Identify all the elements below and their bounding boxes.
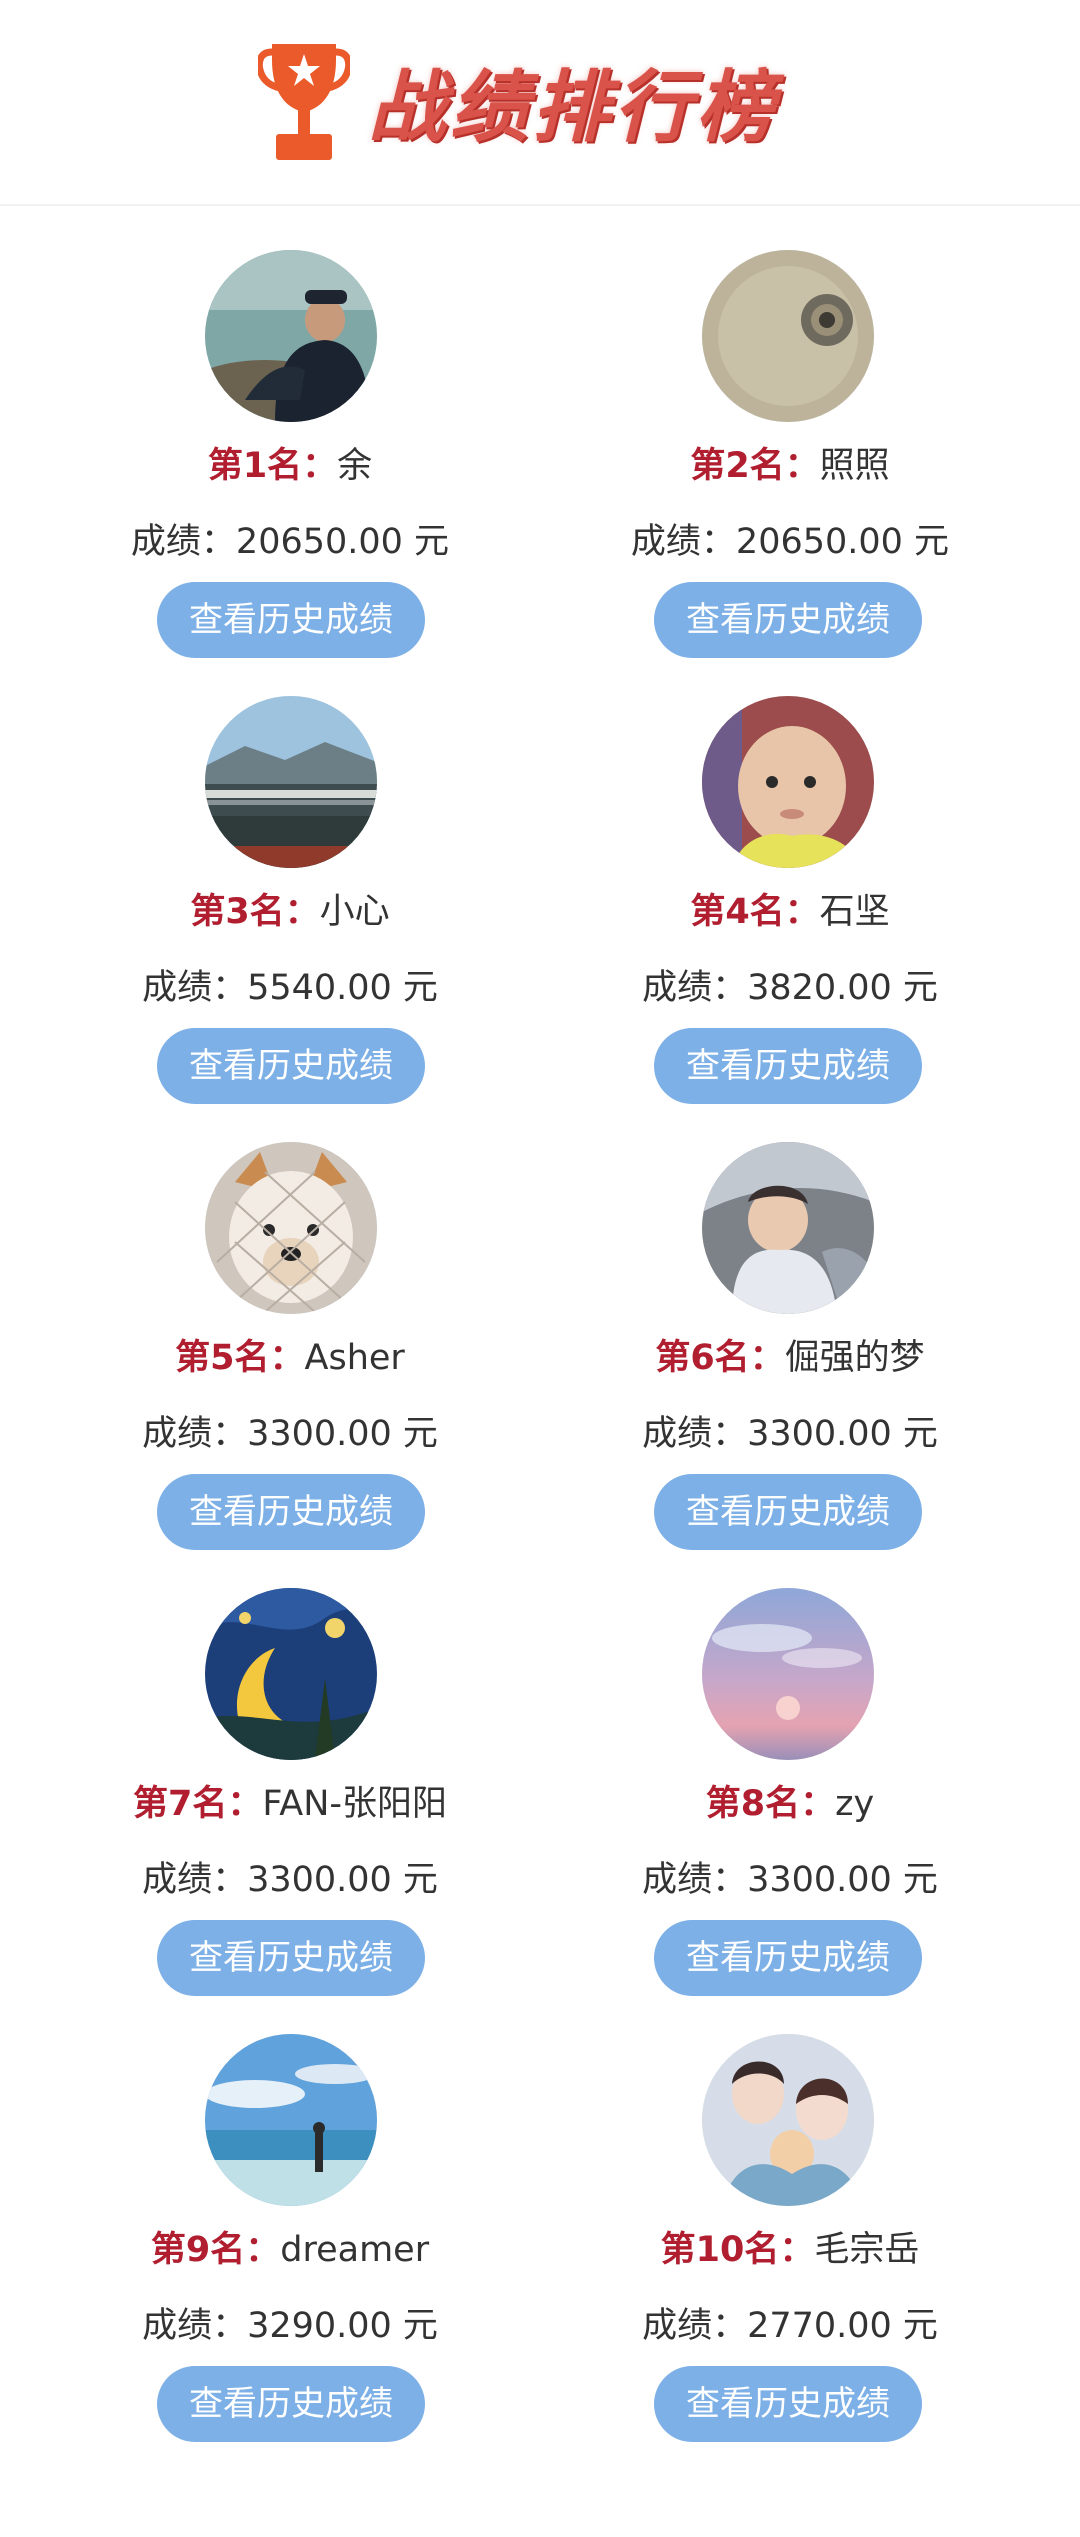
ranking-card: 第1名：余 成绩：20650.00 元 查看历史成绩 [0, 206, 540, 658]
ranking-card: 第8名：zy 成绩：3300.00 元 查看历史成绩 [540, 1544, 1080, 1996]
view-history-button[interactable]: 查看历史成绩 [157, 1474, 425, 1550]
view-history-button[interactable]: 查看历史成绩 [157, 2366, 425, 2442]
view-history-button[interactable]: 查看历史成绩 [654, 2366, 922, 2442]
rank-line: 第1名：余 [0, 442, 540, 490]
ranking-card: 第4名：石坚 成绩：3820.00 元 查看历史成绩 [540, 652, 1080, 1104]
user-name: Asher [304, 1338, 405, 1378]
sunset-sky-avatar [702, 1588, 874, 1760]
score-text: 成绩：3300.00 元 [642, 1414, 938, 1454]
view-history-button[interactable]: 查看历史成绩 [654, 1920, 922, 1996]
rank-line: 第2名：照照 [540, 442, 1040, 490]
view-history-button[interactable]: 查看历史成绩 [654, 1474, 922, 1550]
user-name: dreamer [280, 2230, 430, 2270]
rank-line: 第6名：倔强的梦 [540, 1334, 1040, 1382]
score-text: 成绩：3820.00 元 [642, 968, 938, 1008]
rank-label: 第3名： [190, 892, 320, 932]
trophy-icon [258, 44, 350, 160]
rank-label: 第8名： [705, 1784, 836, 1824]
bridge-landscape-avatar [205, 696, 377, 868]
view-history-button[interactable]: 查看历史成绩 [157, 582, 425, 658]
rank-label: 第2名： [690, 446, 820, 486]
score-text: 成绩：3300.00 元 [142, 1414, 438, 1454]
view-history-button[interactable]: 查看历史成绩 [654, 1028, 922, 1104]
rank-line: 第4名：石坚 [540, 888, 1040, 936]
user-name: 倔强的梦 [784, 1338, 925, 1378]
child-in-car-avatar [702, 1142, 874, 1314]
beach-person-avatar [205, 2034, 377, 2206]
baby-avatar [702, 696, 874, 868]
rank-label: 第1名： [207, 446, 338, 486]
view-history-button[interactable]: 查看历史成绩 [157, 1920, 425, 1996]
rank-label: 第5名： [175, 1338, 305, 1378]
user-name: FAN-张阳阳 [262, 1784, 448, 1824]
ranking-card: 第5名：Asher 成绩：3300.00 元 查看历史成绩 [0, 1098, 540, 1550]
rank-label: 第9名： [150, 2230, 281, 2270]
rank-label: 第4名： [690, 892, 820, 932]
man-by-lake-avatar [205, 250, 377, 422]
user-name: zy [835, 1784, 875, 1824]
user-name: 石坚 [819, 892, 890, 932]
ranking-card: 第6名：倔强的梦 成绩：3300.00 元 查看历史成绩 [540, 1098, 1080, 1550]
rank-line: 第10名：毛宗岳 [540, 2226, 1040, 2274]
ranking-card: 第9名：dreamer 成绩：3290.00 元 查看历史成绩 [0, 1990, 540, 2442]
ranking-card: 第2名：照照 成绩：20650.00 元 查看历史成绩 [540, 206, 1080, 658]
user-name: 小心 [319, 892, 390, 932]
view-history-button[interactable]: 查看历史成绩 [654, 582, 922, 658]
score-text: 成绩：3300.00 元 [142, 1860, 438, 1900]
rank-line: 第7名：FAN-张阳阳 [0, 1780, 540, 1828]
user-name: 照照 [819, 446, 890, 486]
user-name: 余 [337, 446, 373, 486]
rank-label: 第10名： [660, 2230, 815, 2270]
rank-line: 第8名：zy [540, 1780, 1040, 1828]
rank-label: 第6名： [655, 1338, 785, 1378]
view-history-button[interactable]: 查看历史成绩 [157, 1028, 425, 1104]
rank-line: 第3名：小心 [0, 888, 540, 936]
dog-avatar [205, 1142, 377, 1314]
rank-line: 第9名：dreamer [0, 2226, 540, 2274]
page-header: 战绩排行榜 [0, 0, 1080, 206]
rank-line: 第5名：Asher [0, 1334, 540, 1382]
ranking-card: 第10名：毛宗岳 成绩：2770.00 元 查看历史成绩 [540, 1990, 1080, 2442]
ranking-card: 第3名：小心 成绩：5540.00 元 查看历史成绩 [0, 652, 540, 1104]
pipe-tunnel-avatar [702, 250, 874, 422]
score-text: 成绩：20650.00 元 [630, 522, 950, 562]
rank-label: 第7名： [132, 1784, 263, 1824]
score-text: 成绩：5540.00 元 [142, 968, 438, 1008]
score-text: 成绩：20650.00 元 [130, 522, 450, 562]
family-cartoon-avatar [702, 2034, 874, 2206]
user-name: 毛宗岳 [814, 2230, 920, 2270]
score-text: 成绩：2770.00 元 [642, 2306, 938, 2346]
ranking-card: 第7名：FAN-张阳阳 成绩：3300.00 元 查看历史成绩 [0, 1544, 540, 1996]
starry-night-avatar [205, 1588, 377, 1760]
page-title: 战绩排行榜 [368, 63, 779, 153]
score-text: 成绩：3290.00 元 [142, 2306, 438, 2346]
score-text: 成绩：3300.00 元 [642, 1860, 938, 1900]
